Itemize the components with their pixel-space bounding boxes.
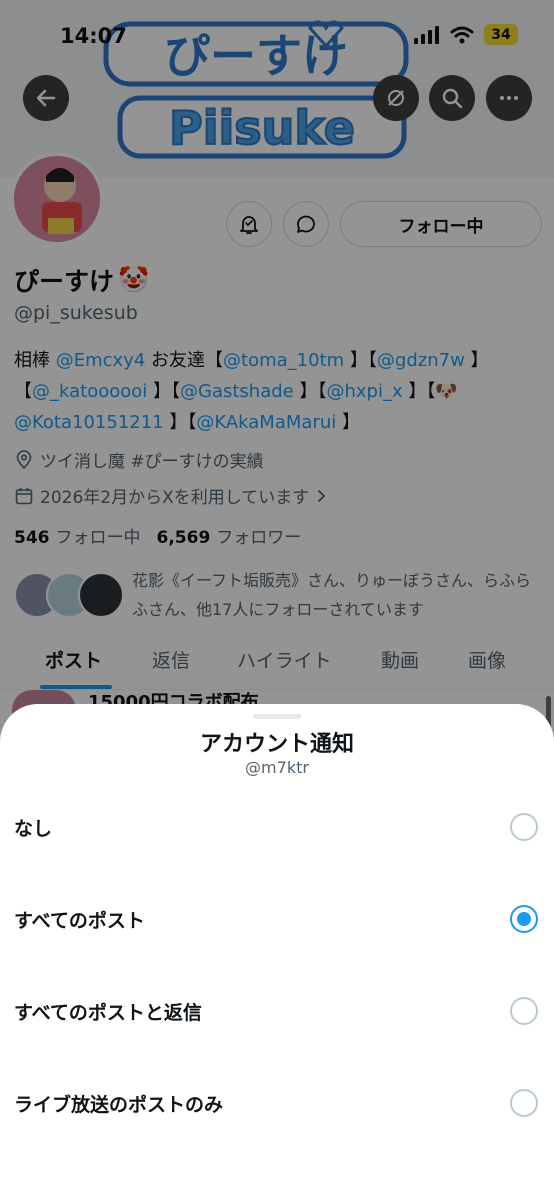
notification-sheet: アカウント通知 @m7ktr なし すべてのポスト すべてのポストと返信 ライブ… xyxy=(0,704,554,1199)
radio-button[interactable] xyxy=(510,813,538,841)
option-label: ライブ放送のポストのみ xyxy=(14,1094,224,1116)
sheet-drag-handle[interactable] xyxy=(253,714,301,719)
profile-page: ぴーすけ Piisuke 14:07 34 フォロー中 ぴーすけ 🤡 @pi_s… xyxy=(0,0,554,1199)
radio-button[interactable] xyxy=(510,1089,538,1117)
option-all-posts-replies[interactable]: すべてのポストと返信 xyxy=(0,982,554,1042)
sheet-subtitle: @m7ktr xyxy=(245,758,309,777)
option-all-posts[interactable]: すべてのポスト xyxy=(0,890,554,950)
option-label: すべてのポストと返信 xyxy=(14,1002,202,1024)
radio-button[interactable] xyxy=(510,997,538,1025)
option-label: すべてのポスト xyxy=(14,910,145,932)
option-label: なし xyxy=(14,818,53,840)
radio-button[interactable] xyxy=(510,905,538,933)
option-live-only[interactable]: ライブ放送のポストのみ xyxy=(0,1074,554,1134)
option-none[interactable]: なし xyxy=(0,798,554,858)
sheet-title: アカウント通知 xyxy=(199,732,354,757)
